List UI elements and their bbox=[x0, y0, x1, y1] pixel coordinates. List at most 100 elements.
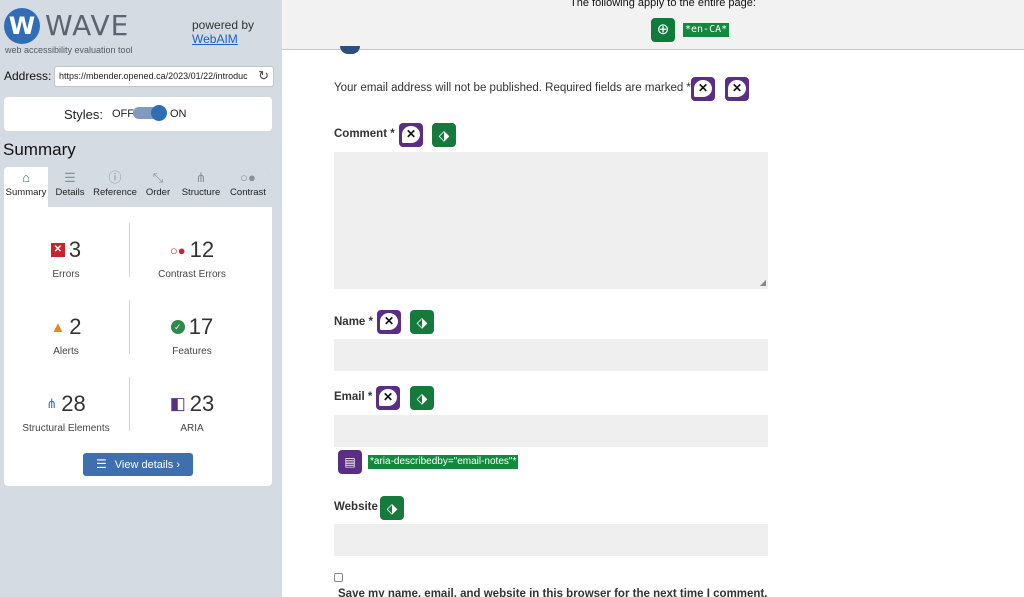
tab-order[interactable]: ⤡ Order bbox=[138, 167, 178, 207]
styles-label: Styles: bbox=[64, 107, 104, 122]
reload-icon[interactable]: ↻ bbox=[258, 68, 269, 84]
label-tag-icon[interactable]: ⬗ bbox=[410, 386, 434, 410]
stat-label: Contrast Errors bbox=[158, 269, 226, 280]
stat-value-row: ⋔ 28 bbox=[4, 391, 128, 419]
stat-count: 28 bbox=[61, 391, 86, 416]
error-missing-label-icon[interactable]: ✕ bbox=[399, 123, 423, 147]
tab-label: Order bbox=[145, 187, 171, 198]
tab-label: Summary bbox=[5, 187, 47, 198]
comment-textarea[interactable]: ◢ bbox=[334, 152, 768, 289]
resize-grip-icon[interactable]: ◢ bbox=[760, 278, 766, 287]
avatar bbox=[340, 46, 360, 54]
label-tag-icon[interactable]: ⬗ bbox=[432, 123, 456, 147]
name-field[interactable] bbox=[334, 339, 768, 371]
contrast-icon: ○● bbox=[240, 170, 256, 185]
stat-count: 23 bbox=[189, 391, 215, 416]
order-icon: ⤡ bbox=[152, 170, 164, 185]
comment-label: Comment * bbox=[334, 128, 395, 140]
label-tag-icon[interactable]: ⬗ bbox=[380, 496, 404, 520]
powered-by-text: powered by bbox=[192, 18, 255, 32]
address-input[interactable]: https://mbender.opened.ca/2023/01/22/int… bbox=[54, 66, 274, 87]
stat-structural-elements[interactable]: ⋔ 28 Structural Elements bbox=[4, 377, 128, 449]
label-tag-icon[interactable]: ⬗ bbox=[410, 310, 434, 334]
feature-icon: ✓ bbox=[170, 320, 185, 334]
email-label: Email * bbox=[334, 391, 373, 403]
error-missing-label-icon[interactable]: ✕ bbox=[376, 386, 400, 410]
structure-icon: ⋔ bbox=[195, 170, 207, 185]
tab-label: Structure bbox=[181, 187, 221, 198]
page-preview: The following apply to the entire page: … bbox=[282, 0, 1024, 597]
stat-alerts[interactable]: ▲ 2 Alerts bbox=[4, 300, 128, 372]
wave-sidebar: W WAVE web accessibility evaluation tool… bbox=[0, 0, 282, 597]
stat-label: Structural Elements bbox=[22, 423, 110, 434]
globe-icon[interactable]: ⊕ bbox=[651, 18, 675, 42]
save-info-checkbox[interactable] bbox=[334, 573, 343, 582]
styles-on-label: ON bbox=[170, 108, 187, 120]
stat-aria[interactable]: ◧ 23 ARIA bbox=[130, 377, 254, 449]
wave-logo-wordmark: WAVE bbox=[45, 9, 130, 42]
toggle-knob[interactable] bbox=[151, 105, 167, 121]
banner-text: The following apply to the entire page: bbox=[570, 0, 756, 9]
address-value[interactable]: https://mbender.opened.ca/2023/01/22/int… bbox=[59, 71, 251, 81]
error-missing-label-icon[interactable]: ✕ bbox=[725, 77, 749, 101]
aria-icon: ◧ bbox=[169, 394, 186, 413]
powered-by: powered by WebAIM bbox=[192, 18, 254, 46]
required-notes: Your email address will not be published… bbox=[334, 82, 691, 94]
contrast-error-icon: ○● bbox=[169, 242, 186, 258]
stat-value-row: ○● 12 bbox=[130, 237, 254, 265]
summary-heading: Summary bbox=[3, 140, 76, 159]
stat-value-row: ✓ 17 bbox=[130, 314, 254, 342]
list-icon: ☰ bbox=[64, 170, 76, 185]
tab-label: Reference bbox=[93, 187, 137, 198]
stat-errors[interactable]: ✕ 3 Errors bbox=[4, 223, 128, 295]
wave-logo-mark: W bbox=[4, 8, 40, 44]
stat-value-row: ◧ 23 bbox=[130, 391, 254, 419]
page-level-banner: The following apply to the entire page: … bbox=[282, 0, 1024, 50]
alert-icon: ▲ bbox=[50, 318, 66, 336]
stat-features[interactable]: ✓ 17 Features bbox=[130, 300, 254, 372]
language-tag: *en-CA* bbox=[683, 23, 730, 37]
stat-count: 3 bbox=[68, 237, 82, 262]
tab-summary[interactable]: ⌂ Summary bbox=[4, 167, 48, 207]
tab-reference[interactable]: ⓘ Reference bbox=[92, 167, 138, 207]
tab-label: Details bbox=[55, 187, 85, 198]
structure-icon: ⋔ bbox=[46, 396, 58, 411]
tab-label: Contrast bbox=[230, 187, 266, 198]
summary-panel: ⌂ Summary ☰ Details ⓘ Reference ⤡ Order ⋔ Structu… bbox=[4, 167, 272, 486]
email-field[interactable] bbox=[334, 415, 768, 447]
stat-value-row: ✕ 3 bbox=[4, 237, 128, 265]
styles-toggle[interactable] bbox=[133, 105, 167, 121]
save-info-label: Save my name, email, and website in this… bbox=[338, 588, 768, 597]
wave-tagline: web accessibility evaluation tool bbox=[5, 45, 133, 55]
info-icon: ⓘ bbox=[108, 170, 122, 185]
address-row: Address: https://mbender.opened.ca/2023/… bbox=[4, 66, 274, 88]
stat-count: 12 bbox=[189, 237, 215, 262]
home-icon: ⌂ bbox=[22, 170, 30, 185]
error-icon: ✕ bbox=[50, 243, 65, 257]
tab-contrast[interactable]: ○● Contrast bbox=[224, 167, 272, 207]
website-label: Website bbox=[334, 501, 378, 513]
tab-details[interactable]: ☰ Details bbox=[48, 167, 92, 207]
stat-label: Features bbox=[172, 346, 212, 357]
stat-count: 2 bbox=[69, 314, 82, 339]
stat-label: ARIA bbox=[180, 423, 204, 434]
error-missing-label-icon[interactable]: ✕ bbox=[691, 77, 715, 101]
stat-label: Alerts bbox=[53, 346, 79, 357]
tab-bar: ⌂ Summary ☰ Details ⓘ Reference ⤡ Order ⋔ Structu… bbox=[4, 167, 272, 207]
address-label: Address: bbox=[4, 69, 52, 83]
error-missing-label-icon[interactable]: ✕ bbox=[377, 310, 401, 334]
wave-logo[interactable]: W WAVE web accessibility evaluation tool bbox=[4, 6, 144, 56]
stat-value-row: ▲ 2 bbox=[4, 314, 128, 342]
stat-count: 17 bbox=[188, 314, 214, 339]
webaim-link[interactable]: WebAIM bbox=[192, 32, 254, 46]
name-label: Name * bbox=[334, 316, 373, 328]
styles-toggle-box: Styles: OFF ON bbox=[4, 97, 272, 131]
website-field[interactable] bbox=[334, 524, 768, 556]
view-details-button[interactable]: ☰ View details › bbox=[83, 453, 193, 476]
styles-off-label: OFF bbox=[112, 108, 134, 120]
aria-describedby-icon[interactable]: ▤ bbox=[338, 450, 362, 474]
stat-contrast-errors[interactable]: ○● 12 Contrast Errors bbox=[130, 223, 254, 295]
stat-label: Errors bbox=[52, 269, 80, 280]
aria-describedby-tag: *aria-describedby="email-notes"* bbox=[368, 455, 519, 469]
tab-structure[interactable]: ⋔ Structure bbox=[178, 167, 224, 207]
